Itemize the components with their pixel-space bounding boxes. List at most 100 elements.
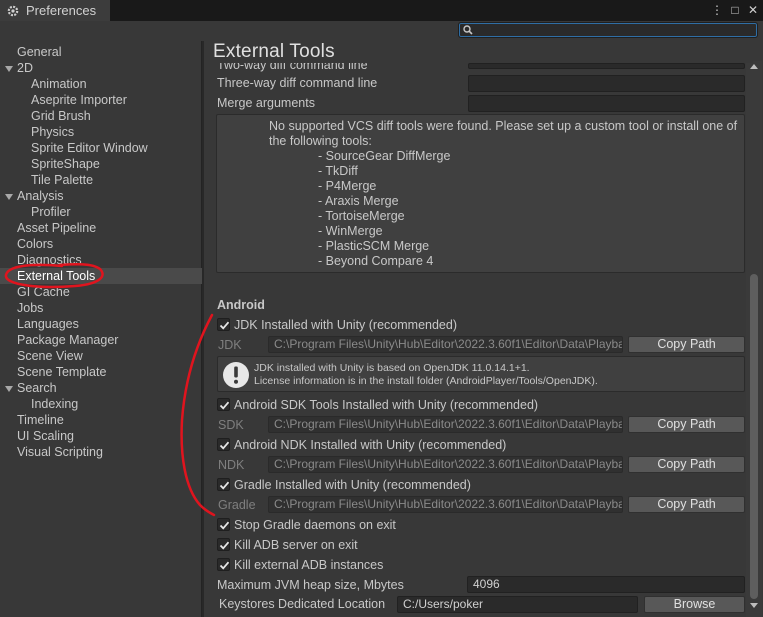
expand-arrow-icon[interactable] (4, 64, 14, 74)
sidebar-item-general[interactable]: General (0, 44, 202, 60)
jdk-check-label: JDK Installed with Unity (recommended) (234, 318, 457, 332)
two-way-diff-field[interactable] (468, 63, 745, 69)
gradle-copy-path-button[interactable]: Copy Path (628, 496, 745, 513)
vcs-help-box: No supported VCS diff tools were found. … (216, 114, 745, 273)
sidebar-item-label: Tile Palette (31, 173, 94, 187)
sidebar-item-spriteshape[interactable]: SpriteShape (0, 156, 202, 172)
scroll-thumb[interactable] (750, 274, 758, 599)
sidebar-item-label: Scene View (17, 349, 83, 363)
sidebar-item-external-tools[interactable]: External Tools (0, 268, 202, 284)
ndk-label: NDK (218, 458, 245, 472)
info-icon (223, 362, 249, 388)
ndk-check-label: Android NDK Installed with Unity (recomm… (234, 438, 507, 452)
jvm-heap-field[interactable]: 4096 (467, 576, 745, 593)
search-row (0, 21, 763, 41)
search-input[interactable] (458, 22, 758, 38)
sdk-check-label: Android SDK Tools Installed with Unity (… (234, 398, 539, 412)
sidebar-item-label: General (17, 45, 62, 59)
sidebar-item-visual-scripting[interactable]: Visual Scripting (0, 444, 202, 460)
sidebar-item-label: Languages (17, 317, 79, 331)
sidebar-item-label: Asset Pipeline (17, 221, 97, 235)
kill-external-adb-checkbox[interactable] (217, 558, 230, 571)
sidebar-item-asset-pipeline[interactable]: Asset Pipeline (0, 220, 202, 236)
vcs-tool-item: - PlasticSCM Merge (318, 239, 430, 253)
sidebar-item-label: External Tools (17, 269, 96, 283)
jdk-info-line1: JDK installed with Unity is based on Ope… (254, 362, 530, 374)
ndk-path-field[interactable]: C:\Program Files\Unity\Hub\Editor\2022.3… (268, 456, 623, 473)
sidebar-item-package-manager[interactable]: Package Manager (0, 332, 202, 348)
jdk-info-line2: License information is in the install fo… (254, 375, 598, 387)
sidebar-item-timeline[interactable]: Timeline (0, 412, 202, 428)
checkmark-icon (219, 541, 230, 550)
sidebar-item-diagnostics[interactable]: Diagnostics (0, 252, 202, 268)
gradle-checkbox[interactable] (217, 478, 230, 491)
sidebar-item-label: UI Scaling (17, 429, 74, 443)
sidebar-item-sprite-editor-window[interactable]: Sprite Editor Window (0, 140, 202, 156)
checkmark-icon (219, 481, 230, 490)
three-way-diff-field[interactable] (468, 75, 745, 92)
ndk-copy-path-button[interactable]: Copy Path (628, 456, 745, 473)
checkmark-icon (219, 401, 230, 410)
sidebar-item-gi-cache[interactable]: GI Cache (0, 284, 202, 300)
gear-icon (7, 5, 19, 16)
keystores-label: Keystores Dedicated Location (219, 597, 386, 611)
stop-gradle-checkbox[interactable] (217, 518, 230, 531)
sdk-checkbox[interactable] (217, 398, 230, 411)
expand-arrow-icon[interactable] (4, 192, 14, 202)
jdk-checkbox[interactable] (217, 318, 230, 331)
expand-arrow-icon[interactable] (4, 384, 14, 394)
kill-adb-checkbox[interactable] (217, 538, 230, 551)
sidebar-item-label: Timeline (17, 413, 64, 427)
vcs-tool-item: - Beyond Compare 4 (318, 254, 434, 268)
sidebar-item-search[interactable]: Search (0, 380, 202, 396)
jdk-label: JDK (218, 338, 242, 352)
sdk-path-field[interactable]: C:\Program Files\Unity\Hub\Editor\2022.3… (268, 416, 623, 433)
sidebar-item-2d[interactable]: 2D (0, 60, 202, 76)
sidebar-item-tile-palette[interactable]: Tile Palette (0, 172, 202, 188)
sidebar-item-indexing[interactable]: Indexing (0, 396, 202, 412)
sidebar-item-grid-brush[interactable]: Grid Brush (0, 108, 202, 124)
sidebar-item-aseprite-importer[interactable]: Aseprite Importer (0, 92, 202, 108)
ndk-checkbox[interactable] (217, 438, 230, 451)
sdk-copy-path-button[interactable]: Copy Path (628, 416, 745, 433)
maximize-icon[interactable]: □ (729, 2, 741, 18)
sidebar-item-colors[interactable]: Colors (0, 236, 202, 252)
sidebar-item-label: Grid Brush (31, 109, 91, 123)
sidebar-item-scene-view[interactable]: Scene View (0, 348, 202, 364)
sidebar-item-label: GI Cache (17, 285, 70, 299)
sidebar-item-jobs[interactable]: Jobs (0, 300, 202, 316)
gradle-path-field[interactable]: C:\Program Files\Unity\Hub\Editor\2022.3… (268, 496, 623, 513)
sidebar-item-profiler[interactable]: Profiler (0, 204, 202, 220)
android-section-header: Android (217, 298, 265, 312)
checkmark-icon (219, 521, 230, 530)
close-icon[interactable]: ✕ (747, 2, 759, 18)
keystores-field[interactable]: C:/Users/poker (397, 596, 638, 613)
sidebar-item-label: Search (17, 381, 57, 395)
content-scrollbar[interactable] (746, 61, 762, 617)
vcs-message: No supported VCS diff tools were found. … (269, 119, 738, 148)
sdk-label: SDK (218, 418, 244, 432)
sidebar-item-ui-scaling[interactable]: UI Scaling (0, 428, 202, 444)
sidebar-item-label: Colors (17, 237, 54, 251)
vcs-tool-item: - TortoiseMerge (318, 209, 405, 223)
browse-button[interactable]: Browse (644, 596, 745, 613)
merge-arguments-field[interactable] (468, 95, 745, 112)
jdk-path-field[interactable]: C:\Program Files\Unity\Hub\Editor\2022.3… (268, 336, 623, 353)
sidebar-item-languages[interactable]: Languages (0, 316, 202, 332)
vcs-tool-item: - SourceGear DiffMerge (318, 149, 451, 163)
vcs-tool-item: - TkDiff (318, 164, 358, 178)
sidebar-item-animation[interactable]: Animation (0, 76, 202, 92)
sidebar-item-label: Physics (31, 125, 75, 139)
window-controls: ⋮ □ ✕ (711, 2, 759, 18)
scroll-down-arrow-icon[interactable] (746, 601, 762, 611)
sidebar-item-scene-template[interactable]: Scene Template (0, 364, 202, 380)
vcs-tools-list: - SourceGear DiffMerge - TkDiff - P4Merge -… (318, 149, 450, 269)
preferences-tab[interactable]: Preferences (0, 0, 110, 21)
sidebar-item-analysis[interactable]: Analysis (0, 188, 202, 204)
more-options-icon[interactable]: ⋮ (711, 2, 723, 18)
sidebar-item-label: Animation (31, 77, 87, 91)
jdk-copy-path-button[interactable]: Copy Path (628, 336, 745, 353)
sidebar-item-physics[interactable]: Physics (0, 124, 202, 140)
sidebar-item-label: Profiler (31, 205, 71, 219)
gradle-check-label: Gradle Installed with Unity (recommended… (234, 478, 471, 492)
